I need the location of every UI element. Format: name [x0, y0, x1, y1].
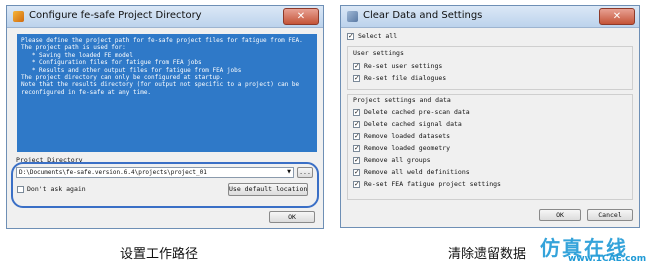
option-label: Remove all weld definitions [364, 168, 470, 176]
user-settings-heading: User settings [353, 49, 404, 57]
checkbox[interactable]: ✓ [353, 109, 360, 116]
title-bar[interactable]: Configure fe-safe Project Directory ✕ [7, 6, 323, 28]
info-panel: Please define the project path for fe-sa… [17, 34, 317, 152]
checkbox[interactable]: ✓ [353, 169, 360, 176]
select-all-checkbox[interactable]: ✓ [347, 33, 354, 40]
option-label: Remove loaded geometry [364, 144, 451, 152]
ok-button[interactable]: OK [269, 211, 315, 223]
option-label: Re-set FEA fatigue project settings [364, 180, 501, 188]
checkbox[interactable]: ✓ [353, 75, 360, 82]
dont-ask-checkbox[interactable] [17, 186, 24, 193]
option-label: Remove loaded datasets [364, 132, 451, 140]
select-all-label: Select all [358, 32, 398, 40]
dont-ask-label: Don't ask again [27, 185, 86, 193]
clear-data-dialog: Clear Data and Settings ✕ ✓ Select all U… [340, 5, 640, 228]
info-line: The project path is used for: [21, 44, 126, 52]
dialog-title: Configure fe-safe Project Directory [29, 10, 202, 21]
checkbox[interactable]: ✓ [353, 157, 360, 164]
project-directory-dialog: Configure fe-safe Project Directory ✕ Pl… [6, 5, 324, 229]
title-bar[interactable]: Clear Data and Settings ✕ [341, 6, 639, 28]
chevron-down-icon: ▼ [287, 169, 291, 175]
option-label: Re-set user settings [364, 62, 443, 70]
dialog-title: Clear Data and Settings [363, 10, 483, 21]
cancel-button[interactable]: Cancel [587, 209, 633, 221]
right-caption: 清除遗留数据 [448, 247, 527, 262]
watermark-url: www.1CAE.com [568, 254, 646, 264]
option-label: Delete cached pre-scan data [364, 108, 470, 116]
project-path-select[interactable]: D:\Documents\fe-safe.version.6.4\project… [16, 167, 294, 178]
close-button[interactable]: ✕ [599, 8, 635, 25]
ok-button[interactable]: OK [539, 209, 581, 221]
browse-button[interactable]: ... [297, 167, 313, 178]
close-button[interactable]: ✕ [283, 8, 319, 25]
use-default-location-button[interactable]: Use default location [228, 183, 308, 196]
info-line: * Results and other output files for fat… [21, 66, 242, 74]
checkbox[interactable]: ✓ [353, 63, 360, 70]
info-line: * Configuration files for fatigue from F… [21, 59, 202, 67]
info-line: * Saving the loaded FE model [21, 51, 133, 59]
project-settings-heading: Project settings and data [353, 96, 451, 104]
checkbox[interactable]: ✓ [353, 181, 360, 188]
checkbox[interactable]: ✓ [353, 121, 360, 128]
checkbox[interactable]: ✓ [353, 133, 360, 140]
left-caption: 设置工作路径 [120, 247, 199, 262]
checkbox[interactable]: ✓ [353, 145, 360, 152]
info-line: Note that the results directory (for out… [21, 81, 300, 89]
project-path-value: D:\Documents\fe-safe.version.6.4\project… [19, 169, 207, 176]
info-line: The project directory can only be config… [21, 74, 224, 82]
app-icon [13, 11, 24, 22]
app-icon [347, 11, 358, 22]
option-label: Re-set file dialogues [364, 74, 447, 82]
info-line: reconfigured in fe-safe at any time. [21, 88, 152, 96]
info-line: Please define the project path for fe-sa… [21, 37, 303, 44]
option-label: Delete cached signal data [364, 120, 462, 128]
option-label: Remove all groups [364, 156, 431, 164]
